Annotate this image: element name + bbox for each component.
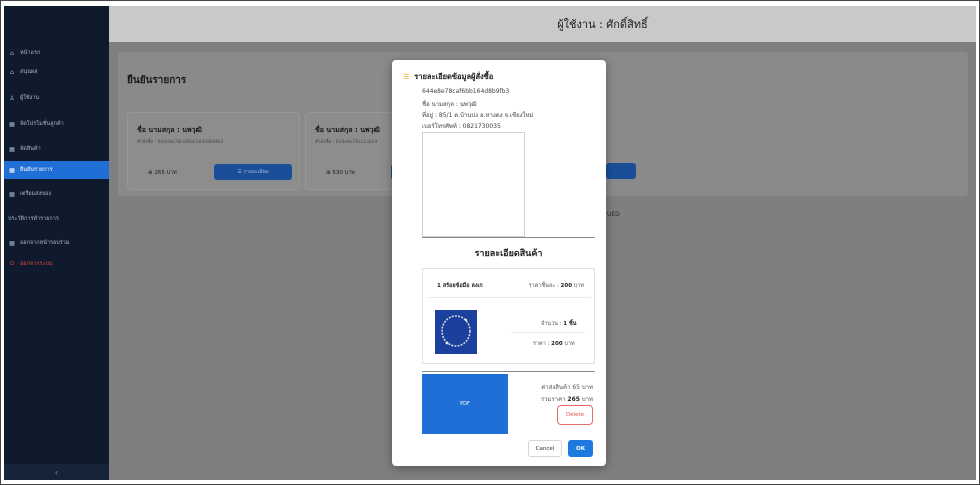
products-title: รายละเอียดสินค้า <box>474 249 543 259</box>
divider <box>427 297 591 298</box>
modal-title-text: รายละเอียดข้อมูลผู้สั่งซื้อ <box>414 72 494 81</box>
order-price: ⊕ 265 บาท <box>148 169 177 177</box>
customer-name: ชื่อ นามสกุล : นพวุฒิ <box>137 126 202 134</box>
pdf-label: PDF <box>460 401 470 407</box>
sidebar-item-exit-round[interactable]: ▦ ออกจากหน้ารอบร่วม <box>4 234 109 252</box>
list-icon: ☰ <box>237 169 242 175</box>
home-icon: ⌂ <box>10 49 14 57</box>
divider <box>422 237 595 238</box>
sidebar-item-logout[interactable]: ⏻ ออกจากระบบ <box>4 255 109 273</box>
order-price-value: 265 บาท <box>154 170 177 176</box>
sidebar-item-label: เตรียมส่งของ <box>20 191 52 197</box>
grid-icon: ▦ <box>9 145 15 153</box>
sidebar-item-products[interactable]: ▦ จัดสินค้า <box>4 140 109 158</box>
product-unit-price: ราคาชิ้นละ : 200 บาท <box>529 282 584 290</box>
current-user-title: ผู้ใช้งาน : ศักดิ์สิทธิ์ <box>557 18 648 31</box>
customer-name: ชื่อ นามสกุล : นพวุฒิ <box>315 126 380 134</box>
product-item: 1 สร้อยข้อมือ ลงเก ราคาชิ้นละ : 200 บาท … <box>422 268 595 364</box>
order-card: ชื่อ นามสกุล : นพวุฒิ คำสั่งซื้อ : 644e8… <box>305 112 402 190</box>
delete-button[interactable]: Delete <box>557 405 593 425</box>
cancel-button[interactable]: Cancel <box>528 440 562 457</box>
sidebar-item-label: จัดโปรโมชั่นลูกค้า <box>20 121 64 127</box>
sidebar-item-label: จัดสินค้า <box>20 146 41 152</box>
quantity-label: จำนวน : <box>541 321 562 327</box>
product-total: ราคา : 200 บาท <box>533 340 575 348</box>
product-name: 1 สร้อยข้อมือ ลงเก <box>437 283 483 289</box>
ok-button[interactable]: OK <box>568 440 593 457</box>
status-text-fragment: UED <box>607 211 620 218</box>
grand-total: รวมราคา 265 บาท <box>541 394 593 404</box>
total-value: 200 <box>551 341 563 347</box>
grid-icon: ▦ <box>9 166 15 174</box>
sidebar-item-label: ออกจากระบบ <box>20 261 53 267</box>
modal-order-id: 644e8e78caf6bb164d8b9fb3 <box>422 88 510 95</box>
list-icon: ☰ <box>403 73 410 81</box>
order-detail-button[interactable] <box>606 163 636 179</box>
total-suffix: บาท <box>564 341 575 347</box>
sidebar-item-label: ยืนยันรายการ <box>20 167 53 173</box>
sidebar-item-confirm-orders[interactable]: ▦ ยืนยันรายการ <box>4 161 109 179</box>
page-title: ยืนยันรายการ <box>127 75 187 86</box>
order-id: คำสั่งซื้อ : 644e8e78caf6bb164d8b9fb3 <box>137 140 224 145</box>
sidebar-item-label: ออกจากหน้ารอบร่วม <box>20 240 70 246</box>
grand-total-value: 265 <box>567 396 580 403</box>
chevron-left-icon: ‹ <box>54 467 59 477</box>
order-detail-modal: ☰ รายละเอียดข้อมูลผู้สั่งซื้อ 644e8e78ca… <box>392 60 606 466</box>
modal-address: ที่อยู่ : 85/1 ต.บ้านปง อ.หางดง จ.เชียงใ… <box>422 112 534 119</box>
grand-total-suffix: บาท <box>581 396 593 403</box>
order-price: ⊕ 530 บาท <box>326 169 355 177</box>
order-card: ชื่อ นามสกุล : นพวุฒิ คำสั่งซื้อ : 644e8… <box>127 112 300 190</box>
sidebar-item-users[interactable]: ♙ ผู้ใช้งาน <box>4 89 109 107</box>
grid-icon: ▦ <box>9 120 15 128</box>
order-detail-button[interactable]: ☰ รายละเอียด <box>214 164 292 180</box>
sidebar-item-history[interactable]: ประวัติการทำรายการ <box>4 210 109 228</box>
payment-slip-image <box>422 132 525 237</box>
product-image <box>435 310 477 354</box>
grand-total-label: รวมราคา <box>540 396 566 403</box>
unit-price-suffix: บาท <box>573 283 584 289</box>
sidebar-item-label: หน้าแรก <box>20 50 41 56</box>
divider <box>422 371 595 372</box>
sidebar-item-home[interactable]: ⌂ หน้าแรก <box>4 44 109 62</box>
shipping-fee: ค่าส่งสินค้า 65 บาท <box>541 384 593 391</box>
unit-price-label: ราคาชิ้นละ : <box>528 283 559 289</box>
sidebar-item-dashboard[interactable]: ⌂ สนุนผล <box>4 63 109 81</box>
sidebar-item-label: ประวัติการทำรายการ <box>8 216 59 222</box>
order-id: คำสั่งซื้อ : 644e8e76cc1ab2d <box>315 140 378 145</box>
sidebar-item-promotions[interactable]: ▦ จัดโปรโมชั่นลูกค้า <box>4 115 109 133</box>
sidebar-collapse-button[interactable]: ‹ <box>4 464 109 480</box>
user-icon: ♙ <box>9 94 15 102</box>
modal-phone: เบอร์โทรศัพท์ : 0821730035 <box>422 123 501 130</box>
product-quantity: จำนวน : 1 ชิ้น <box>541 320 577 328</box>
divider <box>511 332 585 333</box>
modal-title: ☰ รายละเอียดข้อมูลผู้สั่งซื้อ <box>403 71 493 83</box>
grid-icon: ▦ <box>9 239 15 247</box>
sidebar-item-prepare-shipping[interactable]: ▦ เตรียมส่งของ <box>4 185 109 203</box>
detail-label: รายละเอียด <box>243 169 269 175</box>
order-price-value: 530 บาท <box>332 170 355 176</box>
total-label: ราคา : <box>533 341 550 347</box>
grid-icon: ▦ <box>9 190 15 198</box>
coin-icon: ⊕ <box>148 170 153 176</box>
sidebar-item-label: ผู้ใช้งาน <box>20 95 40 101</box>
home-icon: ⌂ <box>10 68 14 76</box>
coin-icon: ⊕ <box>326 170 331 176</box>
top-header: ผู้ใช้งาน : ศักดิ์สิทธิ์ <box>109 6 976 42</box>
modal-customer-name: ชื่อ นามสกุล : นพวุฒิ <box>422 101 477 108</box>
pdf-download-button[interactable]: PDF <box>422 374 508 434</box>
sidebar-item-label: สนุนผล <box>20 69 38 75</box>
unit-price-value: 200 <box>560 283 573 289</box>
quantity-value: 1 ชิ้น <box>563 321 577 327</box>
sidebar: ⌂ หน้าแรก ⌂ สนุนผล ♙ ผู้ใช้งาน ▦ จัดโปรโมชั่… <box>4 6 109 480</box>
power-icon: ⏻ <box>9 260 15 267</box>
